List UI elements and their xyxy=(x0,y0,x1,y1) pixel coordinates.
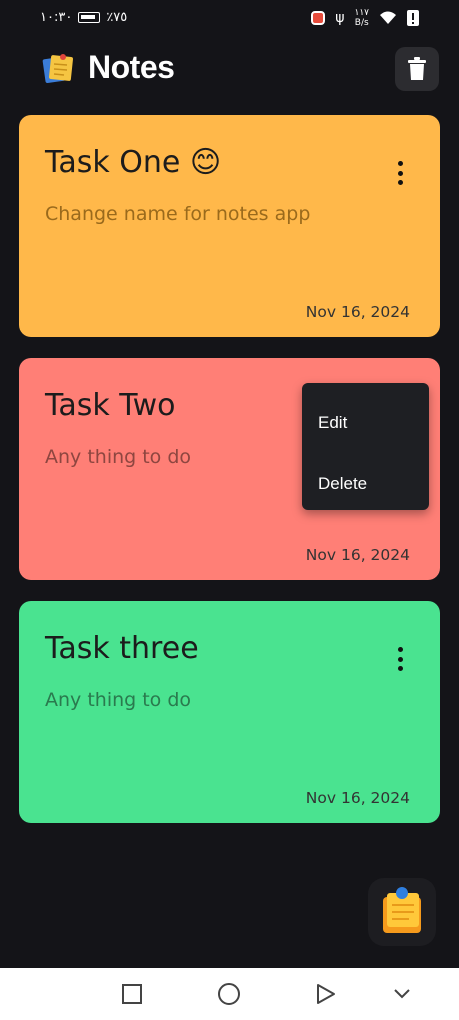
trash-icon xyxy=(408,57,426,80)
note-body: Any thing to do xyxy=(45,689,192,711)
recent-apps-button[interactable] xyxy=(119,981,145,1007)
note-date: Nov 16, 2024 xyxy=(305,303,410,321)
context-menu: Edit Delete xyxy=(302,383,429,510)
recent-apps-icon xyxy=(122,984,142,1004)
delete-all-button[interactable] xyxy=(395,47,439,91)
app-bar: Notes xyxy=(0,40,459,104)
note-title: Task One 😊 xyxy=(45,145,222,180)
add-note-icon xyxy=(383,887,421,933)
status-bar: ١٠:٣٠ ٪٧٥ ψ ١١٧ B/s xyxy=(0,0,459,34)
add-note-button[interactable] xyxy=(368,878,436,946)
note-date: Nov 16, 2024 xyxy=(305,546,410,564)
collapse-icon xyxy=(394,989,410,999)
delete-menu-item[interactable]: Delete xyxy=(318,474,367,494)
more-options-button[interactable] xyxy=(388,645,412,673)
note-body: Change name for notes app xyxy=(45,203,311,225)
wifi-icon xyxy=(380,11,396,24)
collapse-nav-button[interactable] xyxy=(389,981,415,1007)
alert-icon xyxy=(407,10,419,26)
more-vert-icon xyxy=(397,161,403,166)
battery-percent: ٪٧٥ xyxy=(106,10,128,25)
network-speed-value: ١١٧ xyxy=(354,8,369,18)
battery-icon xyxy=(78,12,101,23)
home-button[interactable] xyxy=(216,981,242,1007)
usb-icon: ψ xyxy=(335,10,345,26)
note-title: Task three xyxy=(45,631,199,666)
more-vert-icon xyxy=(397,647,403,652)
more-options-button[interactable] xyxy=(388,159,412,187)
note-date: Nov 16, 2024 xyxy=(305,789,410,807)
screen-record-icon xyxy=(311,11,326,25)
network-speed: ١١٧ B/s xyxy=(354,8,369,28)
back-icon xyxy=(317,984,335,1004)
status-time: ١٠:٣٠ xyxy=(40,10,73,25)
network-speed-unit: B/s xyxy=(354,18,369,28)
note-card[interactable]: Task three Any thing to do Nov 16, 2024 xyxy=(19,601,440,823)
home-icon xyxy=(218,983,240,1005)
note-body: Any thing to do xyxy=(45,446,192,468)
system-nav-bar xyxy=(0,968,459,1020)
sticky-notes-icon xyxy=(42,54,73,84)
back-button[interactable] xyxy=(313,981,339,1007)
note-title: Task Two xyxy=(45,388,176,423)
edit-menu-item[interactable]: Edit xyxy=(318,413,347,433)
note-card[interactable]: Task One 😊 Change name for notes app Nov… xyxy=(19,115,440,337)
page-title: Notes xyxy=(88,49,175,85)
